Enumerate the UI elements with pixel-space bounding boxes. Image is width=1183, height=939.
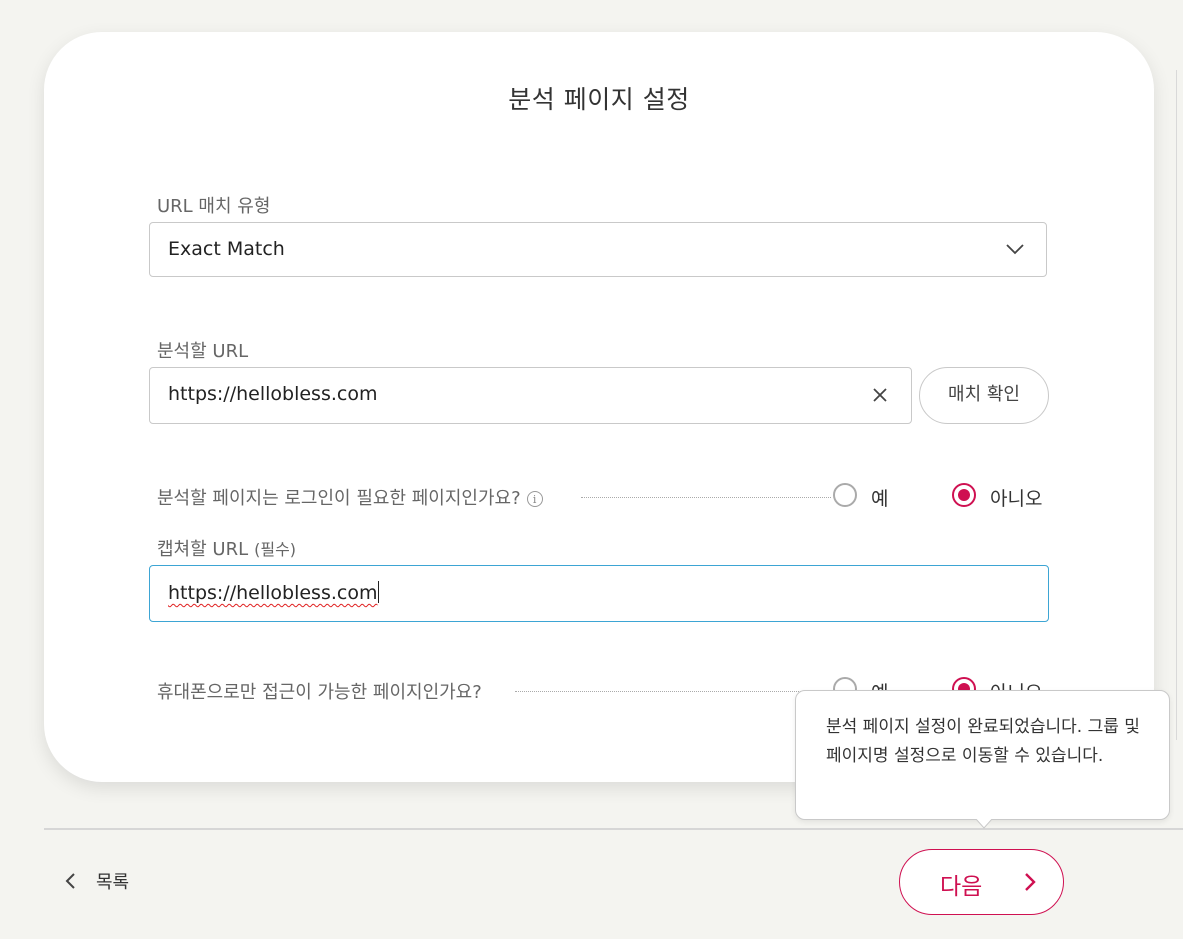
dotted-leader [581, 497, 831, 498]
radio-circle [833, 483, 857, 507]
card-scrollbar[interactable] [1176, 70, 1177, 740]
tooltip-text: 분석 페이지 설정이 완료되었습니다. 그룹 및 페이지명 설정으로 이동할 수… [826, 717, 1140, 766]
page-title: 분석 페이지 설정 [508, 85, 690, 114]
capture-url-label: 캡쳐할 URL (필수) [157, 539, 297, 560]
completion-tooltip: 분석 페이지 설정이 완료되었습니다. 그룹 및 페이지명 설정으로 이동할 수… [795, 690, 1170, 829]
match-check-button[interactable]: 매치 확인 [919, 367, 1049, 424]
capture-url-value: https://hellobless.com [168, 581, 380, 604]
chevron-right-icon [1025, 873, 1036, 891]
page: 분석 페이지 설정 URL 매치 유형 Exact Match 분석할 URL … [0, 0, 1183, 939]
analyze-url-value: https://hellobless.com [168, 383, 378, 405]
info-icon[interactable]: i [526, 491, 543, 507]
analyze-url-label: 분석할 URL [157, 341, 249, 362]
login-radio-yes[interactable]: 예 [833, 482, 913, 512]
match-type-select[interactable]: Exact Match [149, 222, 1047, 277]
login-question-text: 분석할 페이지는 로그인이 필요한 페이지인가요? i [157, 484, 543, 510]
chevron-down-icon [1006, 244, 1024, 255]
settings-card: 분석 페이지 설정 URL 매치 유형 Exact Match 분석할 URL … [44, 32, 1154, 782]
tooltip-arrow [976, 819, 992, 829]
footer-divider [44, 828, 1183, 830]
chevron-left-icon [65, 873, 75, 889]
login-radio-no-label: 아니오 [990, 488, 1043, 510]
analyze-url-input[interactable]: https://hellobless.com [149, 367, 912, 424]
required-marker: (필수) [254, 540, 297, 559]
dotted-leader [515, 691, 831, 692]
capture-url-input[interactable]: https://hellobless.com [149, 565, 1049, 622]
match-type-value: Exact Match [168, 238, 285, 260]
text-caret [378, 581, 380, 603]
login-radio-no[interactable]: 아니오 [952, 482, 1052, 512]
next-label: 다음 [940, 874, 983, 900]
mobile-question-text: 휴대폰으로만 접근이 가능한 페이지인가요? [157, 682, 482, 703]
close-icon[interactable] [869, 384, 891, 406]
radio-circle-checked [952, 483, 976, 507]
match-type-label: URL 매치 유형 [157, 196, 271, 217]
next-button[interactable]: 다음 [899, 849, 1064, 915]
login-radio-yes-label: 예 [871, 488, 889, 510]
back-label: 목록 [96, 872, 130, 893]
login-question-row: 분석할 페이지는 로그인이 필요한 페이지인가요? i 예 아니오 [157, 482, 1049, 512]
